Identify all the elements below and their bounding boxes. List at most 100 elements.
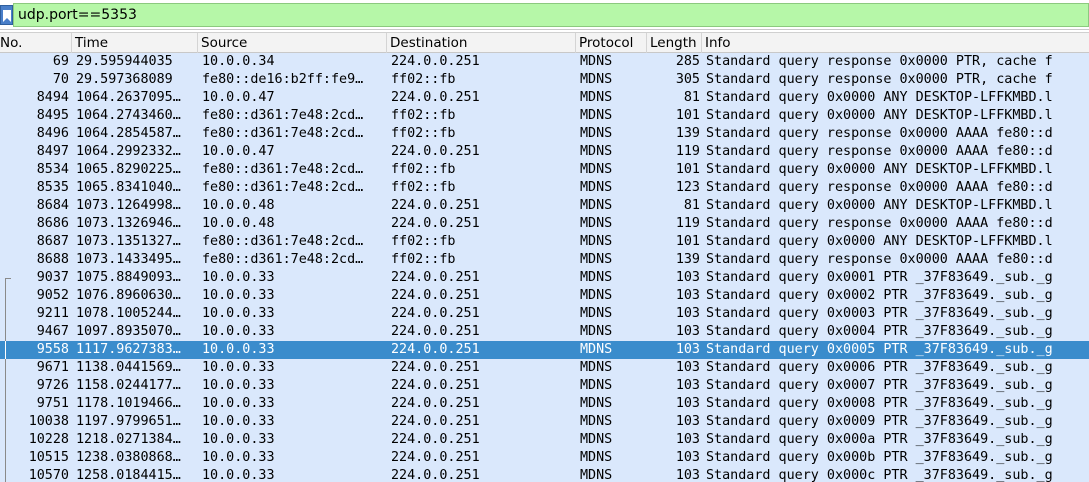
table-row[interactable]: 10038 1197.9799651… 10.0.0.33 224.0.0.251 MD… xyxy=(0,413,1089,431)
packet-info: Standard query 0x0003 PTR _37F83649._sub… xyxy=(706,306,1053,321)
column-header-time[interactable]: Time xyxy=(72,33,198,53)
conversation-line xyxy=(5,278,6,287)
packet-number: 9558 xyxy=(36,342,69,357)
packet-time: 1065.8341040… xyxy=(76,180,181,195)
packet-number: 9052 xyxy=(36,288,69,303)
conversation-line xyxy=(5,323,6,341)
packet-source: 10.0.0.47 xyxy=(202,144,275,159)
packet-info: Standard query 0x0000 ANY DESKTOP-LFFKMB… xyxy=(706,90,1053,105)
table-row[interactable]: 8497 1064.2992332… 10.0.0.47 224.0.0.251 MDN… xyxy=(0,143,1089,161)
table-row[interactable]: 9211 1078.1005244… 10.0.0.33 224.0.0.251 MDN… xyxy=(0,305,1089,323)
packet-length: 103 xyxy=(675,378,700,393)
packet-time: 1073.1264998… xyxy=(76,198,181,213)
packet-source: fe80::de16:b2ff:fe9… xyxy=(202,72,364,87)
packet-number: 10228 xyxy=(28,432,69,447)
column-header-destination[interactable]: Destination xyxy=(387,33,576,53)
packet-destination: 224.0.0.251 xyxy=(391,144,480,159)
packet-source: 10.0.0.33 xyxy=(202,468,275,482)
table-row[interactable]: 10515 1238.0380868… 10.0.0.33 224.0.0.251 MD… xyxy=(0,449,1089,467)
table-row[interactable]: 8688 1073.1433495… fe80::d361:7e48:2cd… ff0… xyxy=(0,251,1089,269)
packet-time: 1258.0184415… xyxy=(76,468,181,482)
table-row[interactable]: 9751 1178.1019466… 10.0.0.33 224.0.0.251 MDN… xyxy=(0,395,1089,413)
display-filter-input[interactable]: udp.port==5353 xyxy=(13,3,1089,27)
packet-destination: ff02::fb xyxy=(391,126,456,141)
table-row[interactable]: 10570 1258.0184415… 10.0.0.33 224.0.0.251 MD… xyxy=(0,467,1089,482)
packet-destination: 224.0.0.251 xyxy=(391,450,480,465)
table-row[interactable]: 8495 1064.2743460… fe80::d361:7e48:2cd… ff0… xyxy=(0,107,1089,125)
table-row[interactable]: 9467 1097.8935070… 10.0.0.33 224.0.0.251 MDN… xyxy=(0,323,1089,341)
packet-time: 1218.0271384… xyxy=(76,432,181,447)
packet-destination: 224.0.0.251 xyxy=(391,306,480,321)
packet-source: 10.0.0.48 xyxy=(202,216,275,231)
packet-length: 119 xyxy=(675,216,700,231)
packet-length: 103 xyxy=(675,324,700,339)
packet-destination: ff02::fb xyxy=(391,108,456,123)
packet-list[interactable]: 69 29.595944035 10.0.0.34 224.0.0.251 MDNS 28… xyxy=(0,53,1089,482)
table-row[interactable]: 9052 1076.8960630… 10.0.0.33 224.0.0.251 MDN… xyxy=(0,287,1089,305)
packet-length: 103 xyxy=(675,432,700,447)
packet-number: 9211 xyxy=(36,306,69,321)
table-row[interactable]: 69 29.595944035 10.0.0.34 224.0.0.251 MDNS 28… xyxy=(0,53,1089,71)
table-row[interactable]: 9037 1075.8849093… 10.0.0.33 224.0.0.251 MDN… xyxy=(0,269,1089,287)
column-header-protocol[interactable]: Protocol xyxy=(576,33,647,53)
packet-length: 119 xyxy=(675,144,700,159)
packet-protocol: MDNS xyxy=(580,162,613,177)
packet-length: 101 xyxy=(675,108,700,123)
packet-time: 1197.9799651… xyxy=(76,414,181,429)
packet-source: fe80::d361:7e48:2cd… xyxy=(202,108,364,123)
packet-destination: 224.0.0.251 xyxy=(391,378,480,393)
packet-protocol: MDNS xyxy=(580,468,613,482)
packet-time: 1158.0244177… xyxy=(76,378,181,393)
table-row[interactable]: 8686 1073.1326946… 10.0.0.48 224.0.0.251 MDN… xyxy=(0,215,1089,233)
packet-time: 1065.8290225… xyxy=(76,162,181,177)
packet-number: 8494 xyxy=(36,90,69,105)
packet-destination: 224.0.0.251 xyxy=(391,54,480,69)
column-header-length[interactable]: Length xyxy=(647,33,702,53)
packet-number: 8686 xyxy=(36,216,69,231)
packet-number: 10570 xyxy=(28,468,69,482)
table-row[interactable]: 8534 1065.8290225… fe80::d361:7e48:2cd… ff0… xyxy=(0,161,1089,179)
packet-destination: ff02::fb xyxy=(391,252,456,267)
column-header-no[interactable]: No. xyxy=(0,33,72,53)
packet-length: 103 xyxy=(675,414,700,429)
packet-length: 103 xyxy=(675,468,700,482)
packet-info: Standard query 0x0002 PTR _37F83649._sub… xyxy=(706,288,1053,303)
packet-protocol: MDNS xyxy=(580,288,613,303)
table-row[interactable]: 8535 1065.8341040… fe80::d361:7e48:2cd… ff0… xyxy=(0,179,1089,197)
packet-source: fe80::d361:7e48:2cd… xyxy=(202,180,364,195)
packet-info: Standard query 0x0008 PTR _37F83649._sub… xyxy=(706,396,1053,411)
table-row[interactable]: 8684 1073.1264998… 10.0.0.48 224.0.0.251 MDN… xyxy=(0,197,1089,215)
packet-destination: 224.0.0.251 xyxy=(391,270,480,285)
packet-info: Standard query response 0x0000 AAAA fe80… xyxy=(706,252,1053,267)
table-row[interactable]: 8496 1064.2854587… fe80::d361:7e48:2cd… ff0… xyxy=(0,125,1089,143)
table-row[interactable]: 9671 1138.0441569… 10.0.0.33 224.0.0.251 MDN… xyxy=(0,359,1089,377)
packet-length: 103 xyxy=(675,270,700,285)
packet-number: 9671 xyxy=(36,360,69,375)
packet-length: 139 xyxy=(675,252,700,267)
table-row[interactable]: 9726 1158.0244177… 10.0.0.33 224.0.0.251 MDN… xyxy=(0,377,1089,395)
packet-time: 1064.2637095… xyxy=(76,90,181,105)
bookmark-icon[interactable] xyxy=(0,5,13,25)
packet-source: 10.0.0.33 xyxy=(202,360,275,375)
packet-info: Standard query response 0x0000 AAAA fe80… xyxy=(706,126,1053,141)
packet-number: 8687 xyxy=(36,234,69,249)
column-header-info[interactable]: Info xyxy=(702,33,1089,53)
packet-destination: ff02::fb xyxy=(391,234,456,249)
table-row[interactable]: 8687 1073.1351327… fe80::d361:7e48:2cd… ff0… xyxy=(0,233,1089,251)
packet-number: 10515 xyxy=(28,450,69,465)
column-header-source[interactable]: Source xyxy=(198,33,387,53)
table-row-selected[interactable]: 9558 1117.9627383… 10.0.0.33 224.0.0.251 MDN… xyxy=(0,341,1089,359)
packet-length: 305 xyxy=(675,72,700,87)
packet-protocol: MDNS xyxy=(580,324,613,339)
packet-protocol: MDNS xyxy=(580,432,613,447)
packet-time: 1064.2992332… xyxy=(76,144,181,159)
table-row[interactable]: 70 29.597368089 fe80::de16:b2ff:fe9… ff02::… xyxy=(0,71,1089,89)
packet-protocol: MDNS xyxy=(580,252,613,267)
conversation-line xyxy=(5,413,6,431)
conversation-line xyxy=(5,449,6,467)
table-row[interactable]: 10228 1218.0271384… 10.0.0.33 224.0.0.251 MD… xyxy=(0,431,1089,449)
packet-protocol: MDNS xyxy=(580,108,613,123)
packet-protocol: MDNS xyxy=(580,90,613,105)
table-row[interactable]: 8494 1064.2637095… 10.0.0.47 224.0.0.251 MDN… xyxy=(0,89,1089,107)
packet-info: Standard query 0x0001 PTR _37F83649._sub… xyxy=(706,270,1053,285)
